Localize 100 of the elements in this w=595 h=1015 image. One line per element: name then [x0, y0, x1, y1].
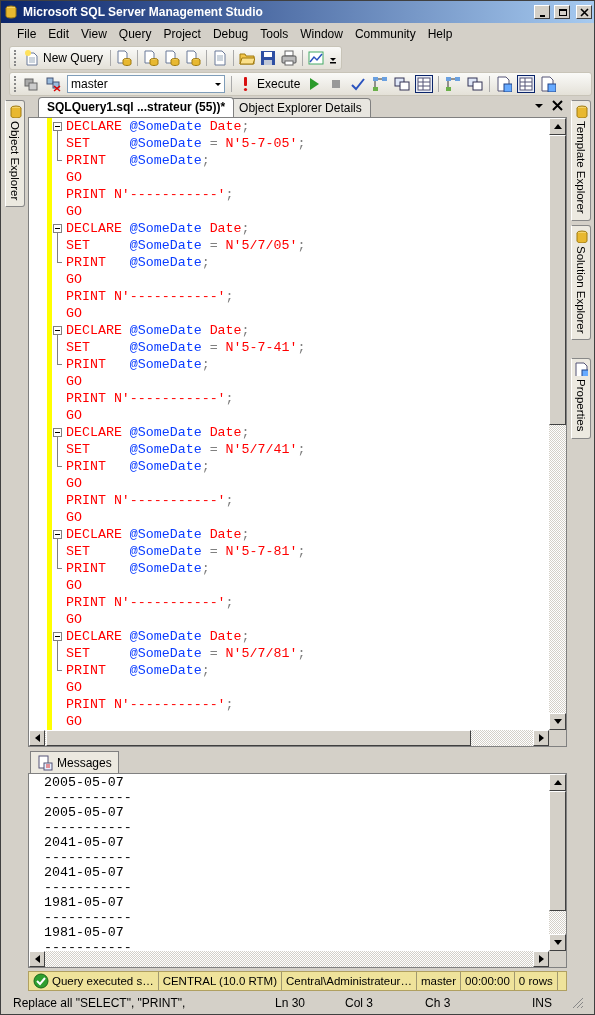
line-number: Ln 30	[275, 995, 307, 1010]
code-line: DECLARE @SomeDate Date;	[66, 322, 251, 339]
code-line: GO	[66, 713, 83, 730]
character-number: Ch 3	[425, 995, 452, 1010]
status-text: 00:00:00	[465, 975, 510, 987]
code-line: GO	[66, 577, 83, 594]
code-line: GO	[66, 407, 83, 424]
horizontal-scrollbar[interactable]	[29, 730, 549, 746]
column-number: Col 3	[345, 995, 374, 1010]
side-panel-tab[interactable]: Properties	[570, 358, 591, 439]
code-line: PRINT N'-----------';	[66, 186, 235, 203]
database-document-icon[interactable]	[164, 50, 181, 66]
grid-icon[interactable]	[416, 76, 433, 92]
menu-item[interactable]: File	[11, 25, 43, 43]
scroll-arrow-icon[interactable]	[553, 780, 562, 785]
save-icon[interactable]	[260, 50, 277, 66]
message-line: -----------	[44, 940, 133, 951]
code-line: PRINT @SomeDate;	[66, 254, 211, 271]
new-query-button[interactable]: New Query	[22, 50, 106, 66]
code-line: PRINT N'-----------';	[66, 288, 235, 305]
message-line: -----------	[44, 910, 133, 925]
menu-item[interactable]: Edit	[42, 25, 76, 43]
execute-button[interactable]: Execute	[238, 76, 301, 92]
code-line: PRINT N'-----------';	[66, 492, 235, 509]
status-text: Query executed s…	[52, 975, 154, 987]
success-check-icon	[33, 973, 49, 989]
code-line: PRINT @SomeDate;	[66, 152, 211, 169]
scroll-arrow-icon[interactable]	[538, 955, 544, 963]
collapse-toggle[interactable]	[53, 530, 62, 539]
message-line: -----------	[44, 880, 133, 895]
panel-icon	[573, 362, 588, 377]
scroll-arrow-icon[interactable]	[553, 124, 562, 129]
code-line: PRINT N'-----------';	[66, 594, 235, 611]
scroll-arrow-icon[interactable]	[553, 940, 562, 945]
app-icon	[3, 4, 19, 20]
database-document-icon[interactable]	[116, 50, 133, 66]
message-line: 2041-05-07	[44, 835, 125, 850]
panel-icon	[7, 104, 22, 118]
disconnect-icon[interactable]	[45, 76, 61, 92]
database-document-icon[interactable]	[185, 50, 202, 66]
close-icon[interactable]	[552, 100, 563, 111]
menu-item[interactable]: Project	[157, 25, 207, 43]
code-line: PRINT @SomeDate;	[66, 458, 211, 475]
menu-item[interactable]: View	[75, 25, 113, 43]
windows-icon[interactable]	[394, 76, 411, 92]
message-line: -----------	[44, 820, 133, 835]
message-line: 1981-05-07	[44, 895, 125, 910]
menu-item[interactable]: Query	[112, 25, 158, 43]
chart-icon[interactable]	[308, 50, 325, 66]
menu-item[interactable]: Help	[421, 25, 459, 43]
horizontal-scrollbar[interactable]	[29, 951, 549, 967]
code-line: DECLARE @SomeDate Date;	[66, 220, 251, 237]
code-line: GO	[66, 203, 83, 220]
code-line: DECLARE @SomeDate Date;	[66, 424, 251, 441]
code-line: PRINT N'-----------';	[66, 696, 235, 713]
collapse-toggle[interactable]	[53, 122, 62, 131]
menu-item[interactable]: Community	[348, 25, 422, 43]
code-line: GO	[66, 475, 83, 492]
messages-icon	[37, 754, 53, 771]
windows-icon[interactable]	[467, 76, 484, 92]
side-panel-tab[interactable]: Object Explorer	[4, 100, 25, 208]
check-icon[interactable]	[350, 76, 367, 92]
scroll-arrow-icon[interactable]	[34, 734, 40, 742]
scroll-arrow-icon[interactable]	[538, 734, 544, 742]
message-line: -----------	[44, 850, 133, 865]
scroll-arrow-icon[interactable]	[34, 955, 40, 963]
code-line: PRINT @SomeDate;	[66, 560, 211, 577]
side-panel-tab[interactable]: Solution Explorer	[570, 224, 591, 341]
code-line: SET @SomeDate = N'5-7-81';	[66, 543, 307, 560]
resize-grip-icon[interactable]	[572, 996, 584, 1009]
database-document-icon[interactable]	[143, 50, 160, 66]
collapse-toggle[interactable]	[53, 428, 62, 437]
tree-icon[interactable]	[372, 76, 389, 92]
grid-icon[interactable]	[518, 76, 535, 92]
document-tab[interactable]: SQLQuery1.sql ...strateur (55))*	[38, 97, 235, 117]
messages-tab[interactable]: Messages	[30, 751, 119, 773]
code-line: GO	[66, 169, 83, 186]
code-line: PRINT @SomeDate;	[66, 356, 211, 373]
print-icon[interactable]	[281, 50, 298, 66]
scroll-arrow-icon[interactable]	[553, 719, 562, 724]
collapse-toggle[interactable]	[53, 326, 62, 335]
vertical-scrollbar[interactable]	[549, 118, 566, 730]
menu-item[interactable]: Tools	[254, 25, 295, 43]
insert-mode: INS	[532, 995, 553, 1010]
status-text: CENTRAL (10.0 RTM)	[162, 975, 278, 987]
vertical-scrollbar[interactable]	[549, 774, 566, 951]
code-line: DECLARE @SomeDate Date;	[66, 118, 251, 135]
code-line: DECLARE @SomeDate Date;	[66, 628, 251, 645]
side-panel-tab[interactable]: Template Explorer	[570, 100, 591, 221]
menu-item[interactable]: Debug	[206, 25, 255, 43]
database-dropdown[interactable]: master	[67, 75, 225, 93]
new-document-icon	[24, 50, 40, 66]
menu-item[interactable]: Window	[294, 25, 349, 43]
tree-icon[interactable]	[445, 76, 462, 92]
collapse-toggle[interactable]	[53, 632, 62, 641]
code-line: GO	[66, 373, 83, 390]
collapse-toggle[interactable]	[53, 224, 62, 233]
code-line: SET @SomeDate = N'5/7/81';	[66, 645, 307, 662]
status-text: 0 rows	[518, 975, 553, 987]
message-line: 2005-05-07	[44, 775, 125, 790]
